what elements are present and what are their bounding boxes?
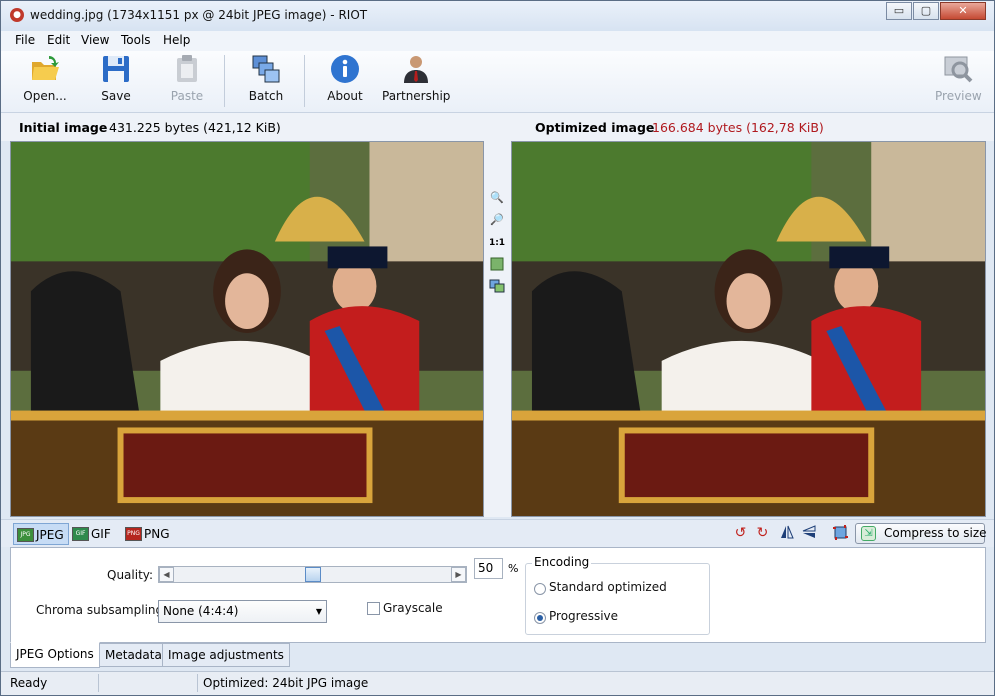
compress-to-size-button[interactable]: ⇲ Compress to size [855, 523, 987, 544]
format-png-label: PNG [144, 527, 170, 541]
view-controls: 🔍 🔎 1:1 [484, 141, 511, 517]
quality-slider-thumb[interactable] [305, 567, 321, 582]
format-jpeg-label: JPEG [36, 528, 64, 542]
compress-icon: ⇲ [861, 526, 876, 541]
standard-optimized-radio[interactable] [534, 583, 546, 595]
chevron-down-icon: ▼ [315, 607, 322, 616]
encoding-group: Encoding Standard optimized Progressive [525, 555, 710, 635]
rotate-left-icon[interactable]: ↺ [732, 525, 749, 542]
magnify-preview-icon [942, 53, 974, 85]
open-button[interactable]: Open... [21, 53, 69, 109]
format-toolbar: JPG JPEG GIF GIF PNG PNG ↺ ↻ ⇲ Compress … [1, 519, 994, 547]
zoom-in-icon[interactable]: 🔍 [488, 190, 506, 206]
toolbar-separator [224, 55, 225, 107]
initial-size-value: 431.225 bytes (421,12 KiB) [109, 120, 281, 135]
status-divider [98, 674, 99, 692]
close-button[interactable]: ✕ [940, 2, 986, 20]
maximize-button[interactable]: ▢ [913, 2, 939, 20]
paste-button[interactable]: Paste [167, 53, 207, 109]
jpeg-icon: JPG [17, 528, 34, 542]
initial-photo [11, 142, 483, 516]
tab-metadata[interactable]: Metadata [99, 643, 168, 667]
info-icon [329, 53, 361, 85]
menu-tools[interactable]: Tools [121, 33, 151, 47]
options-tabs: JPEG Options Metadata Image adjustments [10, 642, 986, 669]
clipboard-icon [171, 53, 203, 85]
compare-icon[interactable] [488, 279, 506, 295]
optimized-image-label: Optimized image [535, 120, 655, 135]
zoom-out-icon[interactable]: 🔎 [488, 212, 506, 228]
optimized-size-value: 166.684 bytes (162,78 KiB) [652, 120, 824, 135]
status-optimized-info: Optimized: 24bit JPG image [203, 676, 369, 690]
menu-help[interactable]: Help [163, 33, 190, 47]
percent-sign: % [508, 562, 519, 575]
partnership-button[interactable]: Partnership [382, 53, 450, 109]
format-png[interactable]: PNG PNG [122, 523, 174, 545]
chroma-subsampling-label: Chroma subsampling: [36, 603, 168, 617]
chroma-subsampling-select[interactable]: None (4:4:4) ▼ [158, 600, 327, 623]
minimize-button[interactable]: ▭ [886, 2, 912, 20]
encoding-legend: Encoding [532, 555, 592, 569]
compress-to-size-label: Compress to size [884, 526, 987, 540]
gif-icon: GIF [72, 527, 89, 541]
png-icon: PNG [125, 527, 142, 541]
size-info-bar: Initial image 431.225 bytes (421,12 KiB)… [1, 113, 994, 141]
riot-window: ● wedding.jpg (1734x1151 px @ 24bit JPEG… [0, 0, 995, 696]
status-divider [197, 674, 198, 692]
chroma-subsampling-value: None (4:4:4) [163, 604, 239, 618]
batch-images-icon [250, 53, 282, 85]
slider-right-arrow[interactable]: ▶ [451, 567, 466, 582]
riot-app-icon: ● [10, 8, 24, 22]
optimized-photo [512, 142, 985, 516]
quality-label: Quality: [107, 568, 154, 582]
format-gif[interactable]: GIF GIF [69, 523, 115, 545]
standard-optimized-label: Standard optimized [549, 580, 667, 594]
progressive-radio[interactable] [534, 612, 546, 624]
menu-file[interactable]: File [15, 33, 35, 47]
rotate-right-icon[interactable]: ↻ [754, 525, 771, 542]
crop-icon[interactable] [832, 525, 849, 542]
menu-edit[interactable]: Edit [47, 33, 70, 47]
save-button[interactable]: Save [97, 53, 135, 109]
title-bar: ● wedding.jpg (1734x1151 px @ 24bit JPEG… [1, 1, 994, 31]
slider-left-arrow[interactable]: ◀ [159, 567, 174, 582]
actual-size-button[interactable]: 1:1 [488, 235, 506, 251]
progressive-label: Progressive [549, 609, 619, 623]
quality-input[interactable]: 50 [474, 558, 503, 579]
grayscale-checkbox[interactable] [367, 602, 380, 615]
preview-button[interactable]: Preview [935, 53, 982, 109]
format-gif-label: GIF [91, 527, 111, 541]
initial-image-label: Initial image [19, 120, 108, 135]
flip-horizontal-icon[interactable] [778, 525, 795, 542]
toolbar-separator [304, 55, 305, 107]
about-button[interactable]: About [325, 53, 365, 109]
format-jpeg[interactable]: JPG JPEG [13, 523, 69, 545]
window-title: wedding.jpg (1734x1151 px @ 24bit JPEG i… [30, 8, 368, 22]
initial-image-view[interactable] [10, 141, 484, 517]
grayscale-label: Grayscale [383, 601, 443, 615]
tab-image-adjustments[interactable]: Image adjustments [162, 643, 290, 667]
fit-window-icon[interactable] [488, 257, 506, 273]
tab-jpeg-options[interactable]: JPEG Options [10, 642, 100, 668]
status-bar: Ready Optimized: 24bit JPG image [1, 671, 994, 695]
folder-open-icon [29, 53, 61, 85]
menu-view[interactable]: View [81, 33, 109, 47]
floppy-disk-icon [100, 53, 132, 85]
flip-vertical-icon[interactable] [800, 525, 817, 542]
batch-button[interactable]: Batch [245, 53, 287, 109]
menu-bar: File Edit View Tools Help [1, 31, 994, 51]
jpeg-options-panel: Quality: ◀ ▶ 50 % Chroma subsampling: No… [10, 547, 986, 643]
status-ready: Ready [10, 676, 48, 690]
optimized-image-view[interactable] [511, 141, 986, 517]
toolbar: Open... Save Paste Batch About Partnersh… [1, 51, 994, 113]
quality-slider[interactable]: ◀ ▶ [158, 566, 467, 583]
person-icon [400, 53, 432, 85]
